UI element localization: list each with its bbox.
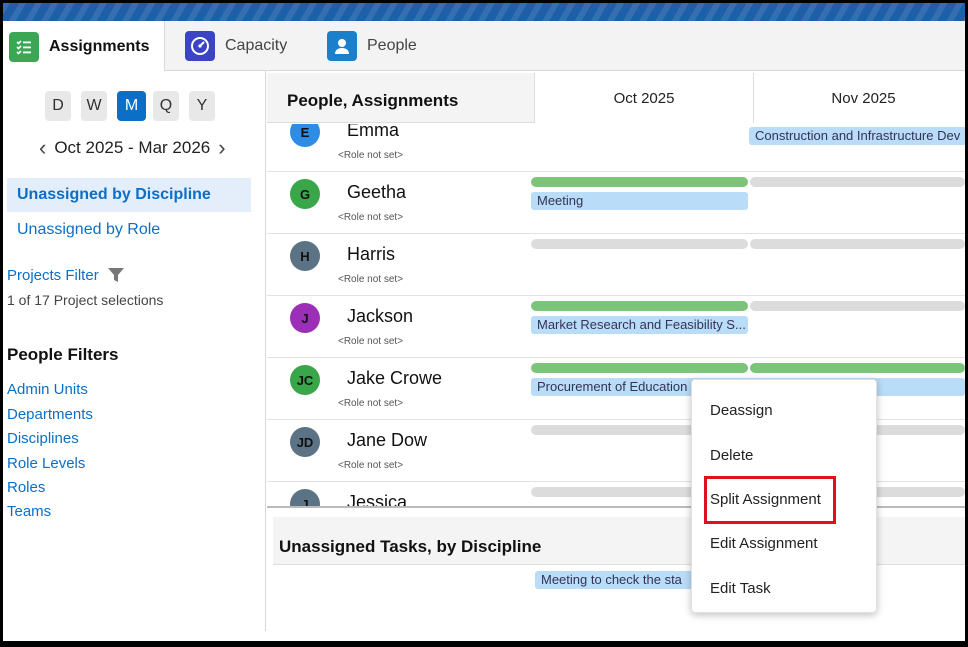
filter-teams[interactable]: Teams: [7, 503, 51, 520]
tab-label: People: [367, 37, 417, 54]
period-year-button[interactable]: Y: [189, 91, 215, 121]
person-name: Emma: [347, 124, 400, 140]
sidebar: D W M Q Y ‹ Oct 2025 - Mar 2026 › Unassi…: [3, 71, 266, 631]
grid-header: People, Assignments Oct 2025 Nov 2025: [267, 73, 965, 123]
nav-unassigned-by-role[interactable]: Unassigned by Role: [7, 213, 251, 247]
person-row[interactable]: H Harris <Role not set>: [267, 234, 965, 296]
app-window: Assignments Capacity People D W M Q Y ‹ …: [3, 3, 965, 641]
nav-unassigned-by-discipline[interactable]: Unassigned by Discipline: [7, 178, 251, 212]
person-role: <Role not set>: [338, 398, 404, 409]
period-quarter-button[interactable]: Q: [153, 91, 179, 121]
tab-label: Assignments: [49, 37, 150, 55]
allocation-bar[interactable]: [750, 177, 965, 187]
assignments-list-icon: [9, 31, 39, 62]
avatar: J: [290, 303, 320, 333]
avatar: G: [290, 179, 320, 209]
tab-capacity[interactable]: Capacity: [185, 21, 287, 71]
period-month-button[interactable]: M: [117, 91, 146, 121]
highlight-box: [704, 476, 836, 524]
person-name: Geetha: [347, 182, 407, 202]
top-banner: [3, 3, 965, 21]
projects-filter-label: Projects Filter: [7, 266, 99, 284]
person-role: <Role not set>: [338, 274, 404, 285]
date-range-label: Oct 2025 - Mar 2026: [54, 138, 211, 157]
chevron-right-icon[interactable]: ›: [218, 135, 225, 161]
allocation-bar[interactable]: [531, 239, 748, 249]
allocation-bar[interactable]: [531, 177, 748, 187]
tab-assignments[interactable]: Assignments: [3, 21, 165, 72]
filter-roles[interactable]: Roles: [7, 479, 45, 496]
filter-role-levels[interactable]: Role Levels: [7, 455, 85, 472]
task-block[interactable]: Market Research and Feasibility S...: [531, 316, 748, 334]
person-row[interactable]: J Jackson <Role not set> Market Research…: [267, 296, 965, 358]
person-row[interactable]: E Emma <Role not set> Construction and I…: [267, 124, 965, 172]
person-icon: [327, 31, 357, 61]
tab-bar: Assignments Capacity People: [3, 21, 965, 72]
filter-funnel-icon: [107, 268, 124, 282]
avatar: JC: [290, 365, 320, 395]
person-role: <Role not set>: [338, 212, 404, 223]
date-range: ‹ Oct 2025 - Mar 2026 ›: [31, 135, 234, 161]
avatar: E: [290, 124, 320, 147]
month-column-oct: Oct 2025: [534, 73, 753, 123]
person-name: Jake Crowe: [347, 368, 443, 388]
period-week-button[interactable]: W: [81, 91, 107, 121]
task-block[interactable]: Meeting: [531, 192, 748, 210]
menu-item-edit-assignment[interactable]: Edit Assignment: [692, 523, 878, 563]
month-column-nov: Nov 2025: [753, 73, 965, 123]
person-name: Jackson: [347, 306, 414, 326]
menu-item-edit-task[interactable]: Edit Task: [692, 568, 878, 608]
project-selection-count: 1 of 17 Project selections: [7, 292, 164, 308]
unassigned-task-block[interactable]: Meeting to check the sta: [535, 571, 697, 589]
allocation-bar[interactable]: [750, 301, 965, 311]
filter-disciplines[interactable]: Disciplines: [7, 430, 79, 447]
grid-header-title: People, Assignments: [287, 91, 459, 110]
avatar: JD: [290, 427, 320, 457]
person-name: Jane Dow: [347, 430, 428, 450]
unassigned-tasks-title: Unassigned Tasks, by Discipline: [279, 537, 542, 556]
chevron-left-icon[interactable]: ‹: [39, 135, 46, 161]
person-role: <Role not set>: [338, 336, 404, 347]
avatar: J: [290, 489, 320, 506]
allocation-bar[interactable]: [531, 363, 748, 373]
avatar: H: [290, 241, 320, 271]
menu-item-deassign[interactable]: Deassign: [692, 390, 878, 430]
filter-departments[interactable]: Departments: [7, 406, 93, 423]
task-block[interactable]: Construction and Infrastructure Dev: [749, 127, 965, 145]
filter-admin-units[interactable]: Admin Units: [7, 381, 88, 398]
tab-people[interactable]: People: [327, 21, 417, 71]
period-day-button[interactable]: D: [45, 91, 71, 121]
allocation-bar[interactable]: [750, 363, 965, 373]
person-name: Harris: [347, 244, 395, 264]
person-role: <Role not set>: [338, 460, 404, 471]
person-row[interactable]: G Geetha <Role not set> Meeting: [267, 172, 965, 234]
people-filters-title: People Filters: [7, 345, 119, 364]
projects-filter-link[interactable]: Projects Filter: [7, 266, 125, 284]
gauge-icon: [185, 31, 215, 61]
menu-item-delete[interactable]: Delete: [692, 435, 878, 475]
allocation-bar[interactable]: [750, 239, 965, 249]
person-name: Jessica: [347, 492, 408, 506]
allocation-bar[interactable]: [531, 301, 748, 311]
tab-label: Capacity: [225, 37, 288, 54]
person-role: <Role not set>: [338, 150, 404, 161]
